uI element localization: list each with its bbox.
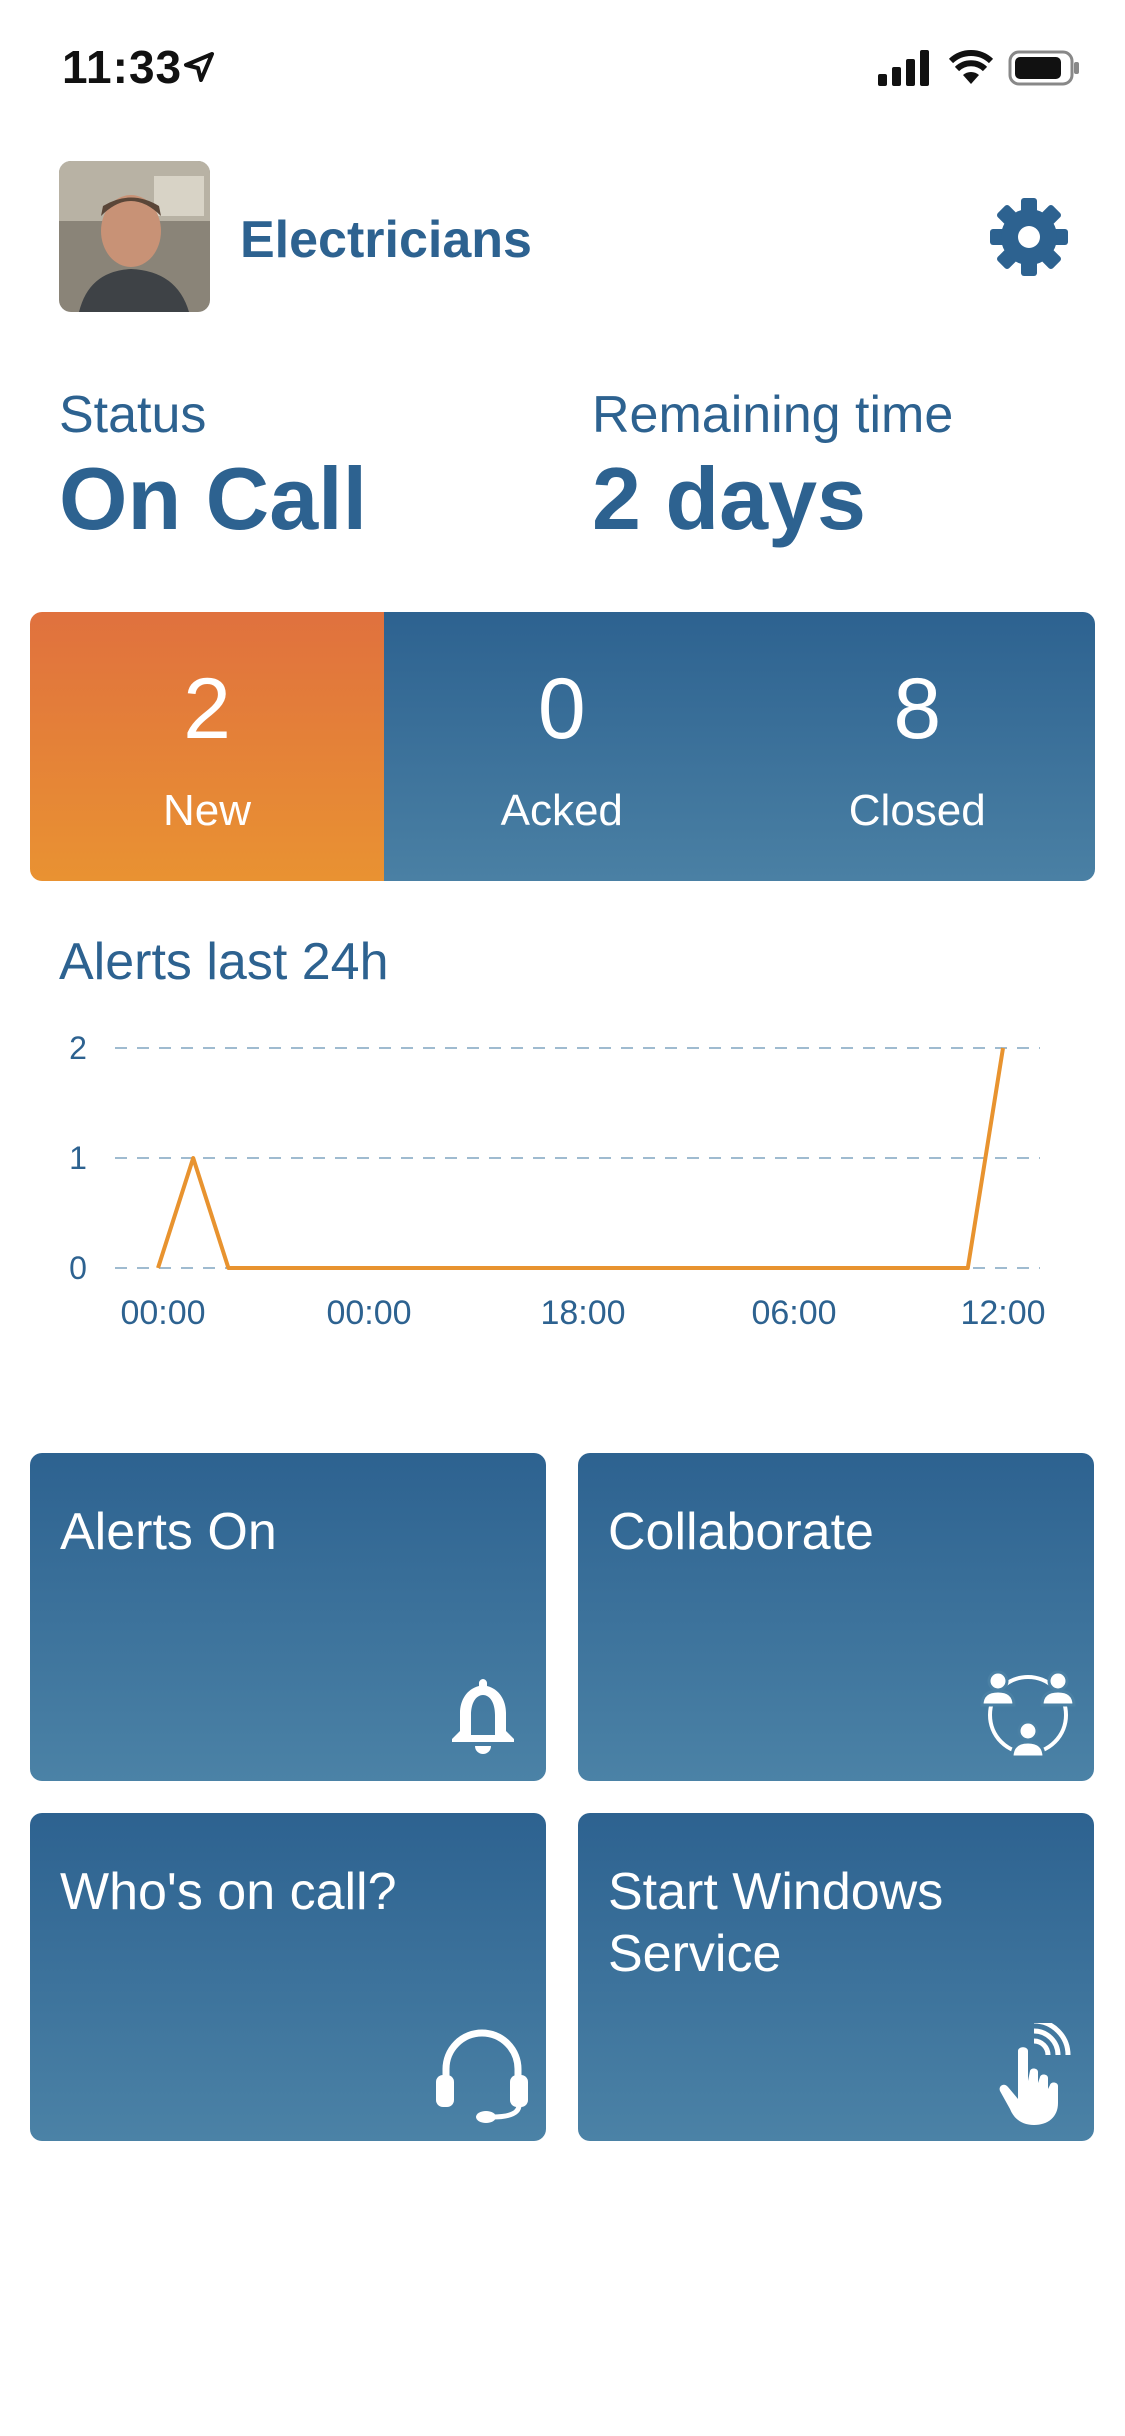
collaborate-tile[interactable]: Collaborate <box>578 1453 1094 1781</box>
new-alerts-counter[interactable]: 2 New <box>30 612 384 881</box>
y-tick-label: 2 <box>69 1030 87 1066</box>
status-bar: 11:33 <box>0 0 1125 140</box>
y-tick-label: 1 <box>69 1140 87 1176</box>
status-value: On Call <box>59 449 368 548</box>
whos-on-call-label: Who's on call? <box>60 1863 397 1921</box>
collaborate-icon <box>980 1670 1076 1759</box>
alert-counts-panel: 2 New 0 Acked 8 Closed <box>30 612 1095 881</box>
new-count-label: New <box>162 786 252 835</box>
new-count-value: 2 <box>183 661 231 757</box>
tap-hand-icon <box>999 2023 1071 2125</box>
wifi-icon <box>948 50 994 84</box>
bell-icon <box>452 1679 514 1754</box>
remaining-time-value: 2 days <box>592 449 866 548</box>
avatar[interactable] <box>59 161 210 312</box>
chart-title: Alerts last 24h <box>59 933 389 991</box>
start-windows-service-label: Start Windows Service <box>608 1863 944 1983</box>
y-tick-label: 0 <box>69 1250 87 1286</box>
status-time: 11:33 <box>62 41 183 93</box>
acked-count-value: 0 <box>537 661 586 757</box>
alerts-line-chart: 0 1 2 00:00 00:00 18:00 06:00 12:00 <box>69 1030 1045 1332</box>
location-arrow-icon <box>184 52 214 82</box>
headset-icon <box>436 2029 528 2123</box>
acked-count-label: Acked <box>500 786 623 835</box>
x-tick-label: 00:00 <box>326 1294 411 1332</box>
battery-icon <box>1008 50 1079 86</box>
collaborate-label: Collaborate <box>608 1503 874 1561</box>
group-name[interactable]: Electricians <box>240 210 532 270</box>
x-tick-label: 12:00 <box>960 1294 1045 1332</box>
x-tick-label: 06:00 <box>751 1294 836 1332</box>
start-windows-service-tile[interactable]: Start Windows Service <box>578 1813 1094 2141</box>
closed-count-label: Closed <box>848 786 986 835</box>
gear-icon[interactable] <box>990 198 1068 276</box>
acked-alerts-counter[interactable]: 0 Acked <box>384 612 740 881</box>
whos-on-call-tile[interactable]: Who's on call? <box>30 1813 546 2141</box>
cellular-signal-icon <box>878 50 929 86</box>
closed-count-value: 8 <box>893 661 942 757</box>
status-label: Status <box>59 386 207 444</box>
closed-alerts-counter[interactable]: 8 Closed <box>740 612 1096 881</box>
x-tick-label: 18:00 <box>540 1294 625 1332</box>
x-tick-label: 00:00 <box>120 1294 205 1332</box>
alerts-on-tile[interactable]: Alerts On <box>30 1453 546 1781</box>
alerts-on-label: Alerts On <box>60 1503 277 1561</box>
remaining-time-label: Remaining time <box>592 386 954 444</box>
